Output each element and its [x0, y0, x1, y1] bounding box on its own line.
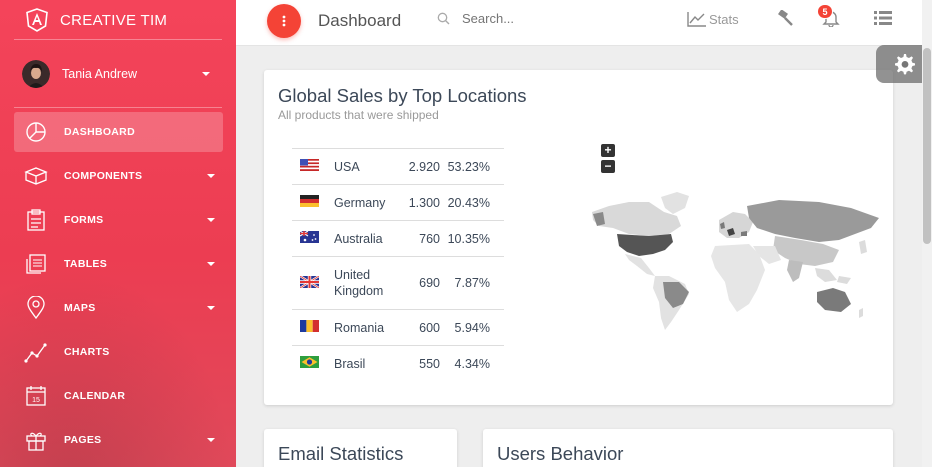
- table-row: United Kingdom 690 7.87%: [292, 256, 504, 310]
- sales-table: USA 2.920 53.23% Germany 1.300 20.43% Au…: [292, 148, 504, 382]
- tables-icon: [24, 252, 48, 276]
- chevron-down-icon: [207, 174, 215, 178]
- scrollbar-thumb[interactable]: [923, 48, 931, 244]
- sales-value: 600: [398, 309, 440, 346]
- card-title: Global Sales by Top Locations: [278, 85, 527, 106]
- brand-name: CREATIVE TIM: [60, 11, 168, 29]
- sales-percent: 53.23%: [440, 148, 504, 185]
- world-map-svg: [592, 192, 879, 330]
- table-row: Romania 600 5.94%: [292, 309, 504, 346]
- sidebar-item-pages[interactable]: PAGES: [14, 420, 223, 460]
- sidebar-item-label: CALENDAR: [64, 390, 126, 402]
- table-row: USA 2.920 53.23%: [292, 148, 504, 185]
- card-subtitle: All products that were shipped: [278, 108, 439, 122]
- sales-value: 2.920: [398, 148, 440, 185]
- sidebar-toggle-button[interactable]: [267, 4, 301, 38]
- country-name: USA: [334, 148, 398, 185]
- sidebar-item-charts[interactable]: CHARTS: [14, 332, 223, 372]
- chevron-down-icon: [207, 218, 215, 222]
- sidebar-item-tables[interactable]: TABLES: [14, 244, 223, 284]
- sidebar-item-label: PAGES: [64, 434, 102, 446]
- chevron-down-icon: [202, 72, 210, 76]
- search-icon[interactable]: [437, 12, 450, 25]
- users-behavior-card: Users Behavior: [483, 429, 893, 467]
- sales-percent: 5.94%: [440, 309, 504, 346]
- sales-percent: 20.43%: [440, 184, 504, 221]
- search-input[interactable]: [462, 11, 582, 26]
- notification-badge: 5: [817, 4, 833, 19]
- list-icon[interactable]: [873, 10, 893, 31]
- gear-icon: [895, 54, 915, 75]
- sidebar-item-label: MAPS: [64, 302, 96, 314]
- line-chart-icon: [24, 340, 48, 364]
- global-sales-card: Global Sales by Top Locations All produc…: [264, 70, 893, 405]
- page-title: Dashboard: [318, 11, 402, 30]
- sales-value: 760: [398, 220, 440, 257]
- chevron-down-icon: [207, 262, 215, 266]
- sidebar-nav: DASHBOARD COMPONENTS FORMS TABLES MAPS C…: [0, 112, 236, 460]
- sales-value: 690: [398, 256, 440, 310]
- stats-link[interactable]: Stats: [687, 11, 739, 27]
- sidebar-item-components[interactable]: COMPONENTS: [14, 156, 223, 196]
- chevron-down-icon: [207, 306, 215, 310]
- search-box: [437, 11, 582, 26]
- brand[interactable]: CREATIVE TIM: [0, 0, 236, 40]
- br-flag-icon: [300, 356, 319, 369]
- gb-flag-icon: [299, 274, 320, 289]
- sidebar-item-maps[interactable]: MAPS: [14, 288, 223, 328]
- calendar-icon: 15: [24, 384, 48, 408]
- country-name: Brasil: [334, 345, 398, 382]
- world-map[interactable]: + −: [589, 142, 889, 332]
- svg-text:15: 15: [32, 397, 40, 404]
- country-name: Romania: [334, 309, 398, 346]
- sidebar-item-forms[interactable]: FORMS: [14, 200, 223, 240]
- sales-percent: 7.87%: [440, 256, 504, 310]
- country-name: Germany: [334, 184, 398, 221]
- sales-value: 550: [398, 345, 440, 382]
- stats-label: Stats: [709, 11, 739, 27]
- avatar: [22, 60, 50, 88]
- table-row: Australia 760 10.35%: [292, 220, 504, 257]
- sidebar-item-label: DASHBOARD: [64, 126, 135, 138]
- map-pin-icon: [24, 296, 48, 320]
- forms-icon: [24, 208, 48, 232]
- au-flag-icon: [299, 230, 319, 243]
- more-vertical-icon: [282, 15, 286, 27]
- table-row: Brasil 550 4.34%: [292, 345, 504, 382]
- gift-icon: [24, 428, 48, 452]
- card-title: Email Statistics: [278, 443, 404, 464]
- gavel-icon[interactable]: [774, 9, 794, 33]
- sidebar-item-label: CHARTS: [64, 346, 110, 358]
- sidebar: CREATIVE TIM Tania Andrew DASHBOARD COMP…: [0, 0, 236, 467]
- angular-logo-icon: [26, 8, 48, 32]
- sales-value: 1.300: [398, 184, 440, 221]
- email-statistics-card: Email Statistics: [264, 429, 457, 467]
- dashboard-icon: [24, 120, 48, 144]
- us-flag-icon: [300, 159, 319, 171]
- sidebar-item-dashboard[interactable]: DASHBOARD: [14, 112, 223, 152]
- ro-flag-icon: [300, 320, 319, 332]
- de-flag-icon: [300, 195, 319, 207]
- sales-percent: 4.34%: [440, 345, 504, 382]
- country-name: Australia: [334, 220, 398, 257]
- table-row: Germany 1.300 20.43%: [292, 184, 504, 221]
- top-navbar: Dashboard Stats 5: [236, 0, 932, 46]
- user-name: Tania Andrew: [62, 67, 138, 81]
- sidebar-item-calendar[interactable]: 15 CALENDAR: [14, 376, 223, 416]
- sidebar-item-label: COMPONENTS: [64, 170, 143, 182]
- sidebar-item-label: FORMS: [64, 214, 104, 226]
- chevron-down-icon: [207, 438, 215, 442]
- country-name: United Kingdom: [334, 256, 398, 310]
- components-icon: [24, 164, 48, 188]
- sidebar-item-label: TABLES: [64, 258, 108, 270]
- user-profile[interactable]: Tania Andrew: [0, 40, 236, 108]
- sales-percent: 10.35%: [440, 220, 504, 257]
- line-chart-icon: [687, 12, 706, 27]
- card-title: Users Behavior: [497, 443, 624, 464]
